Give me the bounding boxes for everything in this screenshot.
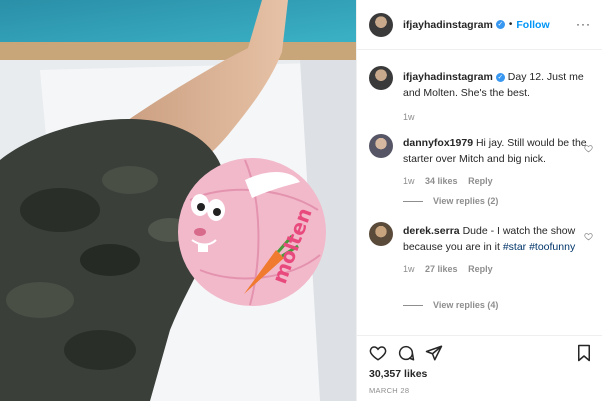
- replies-line: [403, 200, 423, 202]
- like-comment-heart-icon[interactable]: [584, 232, 593, 241]
- view-replies-button[interactable]: View replies (2): [403, 196, 498, 206]
- comment-likes[interactable]: 27 likes: [425, 264, 458, 274]
- comment-username[interactable]: dannyfox1979: [403, 137, 473, 149]
- comment-time[interactable]: 1w: [403, 176, 415, 186]
- bookmark-icon[interactable]: [575, 344, 593, 362]
- reply-button[interactable]: Reply: [468, 176, 493, 186]
- post-image: molten: [0, 0, 356, 401]
- post-date[interactable]: MARCH 28: [369, 386, 409, 395]
- reply-button[interactable]: Reply: [468, 264, 493, 274]
- like-comment-heart-icon[interactable]: [584, 144, 593, 153]
- post-photo[interactable]: molten: [0, 0, 356, 401]
- view-replies-label[interactable]: View replies (2): [433, 196, 498, 206]
- separator-dot: •: [508, 19, 513, 30]
- post-actions: 30,357 likes MARCH 28: [357, 335, 602, 401]
- comment-likes[interactable]: 34 likes: [425, 176, 458, 186]
- like-heart-icon[interactable]: [369, 344, 387, 362]
- view-replies-button[interactable]: View replies (4): [403, 300, 498, 310]
- caption-username[interactable]: ifjayhadinstagram: [403, 71, 493, 83]
- share-paper-plane-icon[interactable]: [425, 344, 443, 362]
- comments-list[interactable]: ifjayhadinstagram ✓ Day 12. Just me and M…: [357, 50, 602, 335]
- hashtag-link[interactable]: #toofunny: [529, 241, 575, 253]
- caption-time[interactable]: 1w: [403, 112, 415, 122]
- verified-badge-icon: ✓: [495, 20, 505, 29]
- replies-line: [403, 304, 423, 306]
- view-replies-label[interactable]: View replies (4): [433, 300, 498, 310]
- likes-count[interactable]: 30,357 likes: [369, 368, 427, 380]
- post-sidebar: ifjayhadinstagram ✓ • Follow ··· ifjayha…: [356, 0, 602, 401]
- header-username[interactable]: ifjayhadinstagram: [403, 19, 493, 31]
- avatar[interactable]: [369, 134, 393, 158]
- verified-badge-icon: ✓: [495, 73, 505, 82]
- avatar[interactable]: [369, 222, 393, 246]
- post-header: ifjayhadinstagram ✓ • Follow ···: [357, 0, 602, 50]
- comment-time[interactable]: 1w: [403, 264, 415, 274]
- comment-bubble-icon[interactable]: [397, 344, 415, 362]
- avatar[interactable]: [369, 66, 393, 90]
- more-options-icon[interactable]: ···: [576, 17, 591, 31]
- avatar[interactable]: [369, 12, 393, 37]
- follow-button[interactable]: Follow: [516, 19, 549, 31]
- comment-username[interactable]: derek.serra: [403, 225, 460, 237]
- hashtag-link[interactable]: #star: [503, 241, 526, 253]
